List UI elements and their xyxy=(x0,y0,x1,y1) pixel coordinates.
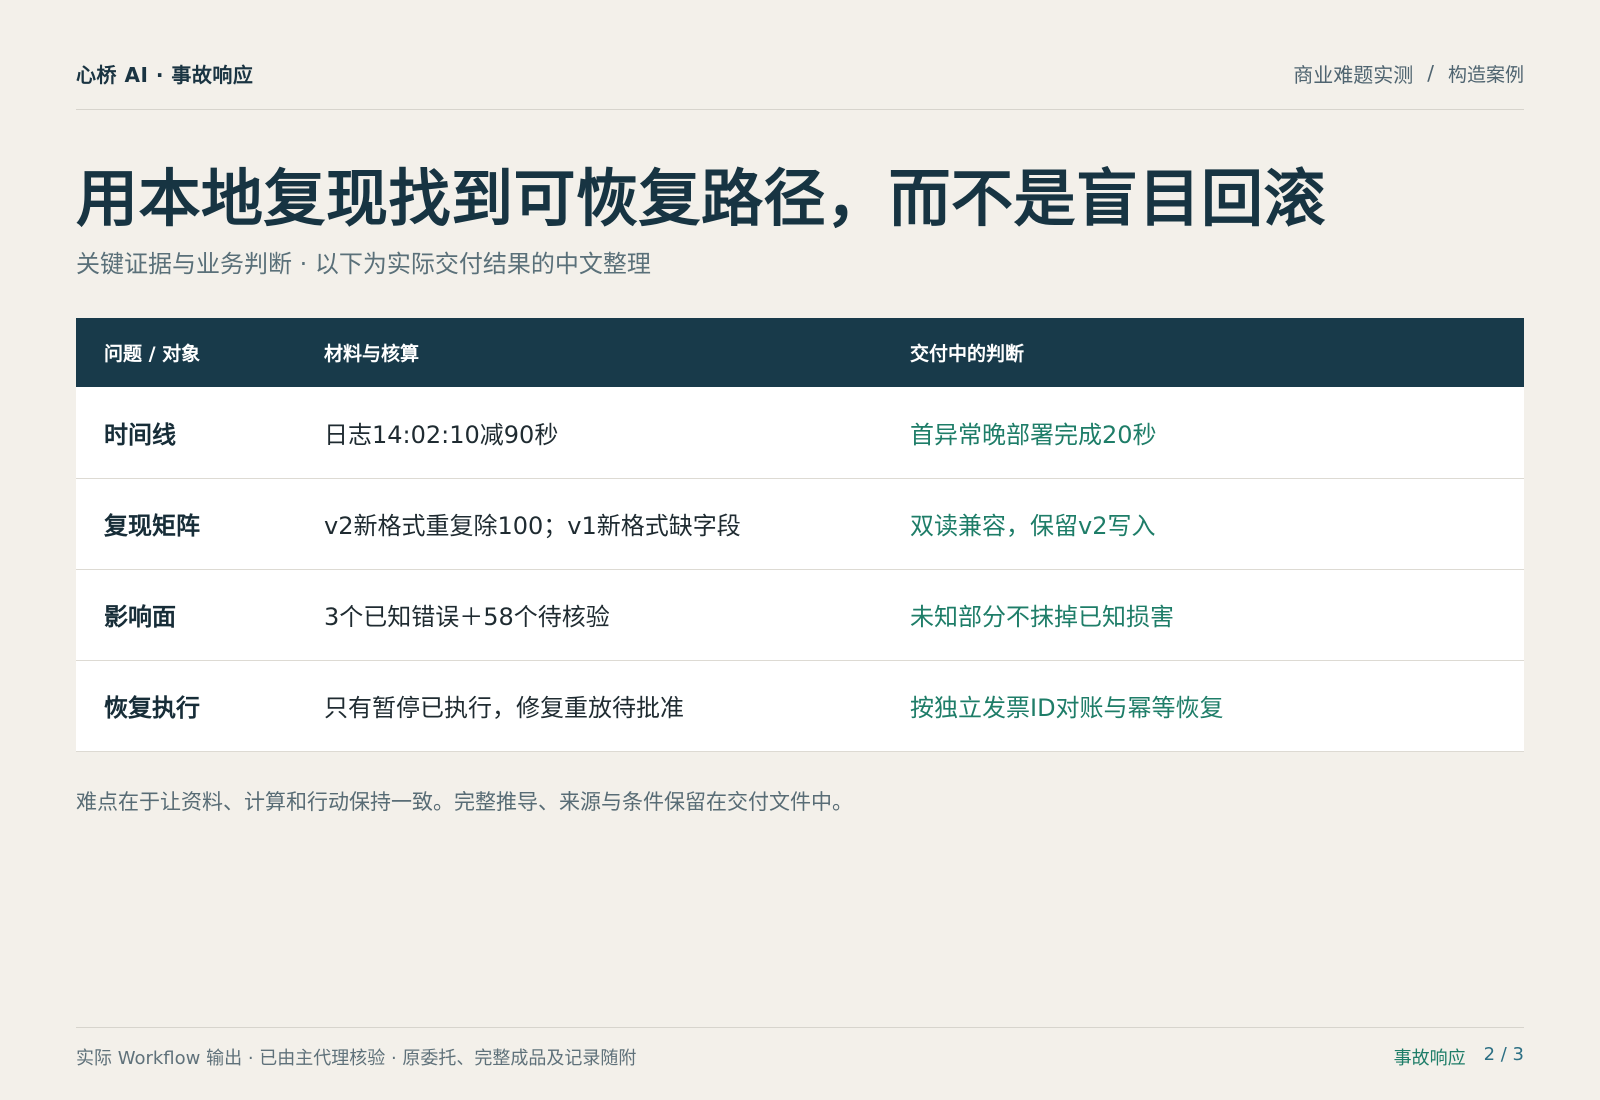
cell-issue: 复现矩阵 xyxy=(104,512,200,540)
table-row: 恢复执行 只有暂停已执行，修复重放待批准 按独立发票ID对账与幂等恢复 xyxy=(76,660,1524,751)
cell-material: 日志14:02:10减90秒 xyxy=(324,420,559,449)
cell-judgment: 双读兼容，保留v2写入 xyxy=(910,512,1156,540)
cell-judgment: 按独立发票ID对账与幂等恢复 xyxy=(910,694,1224,722)
cell-judgment: 未知部分不抹掉已知损害 xyxy=(910,603,1174,631)
table-header-row: 问题 / 对象 材料与核算 交付中的判断 xyxy=(76,318,1524,387)
brand-label: 心桥 AI · 事故响应 xyxy=(76,62,254,87)
footer-source-note: 实际 Workflow 输出 · 已由主代理核验 · 原委托、完整成品及记录随附 xyxy=(76,1048,637,1069)
footer-meta: 事故响应 2 / 3 xyxy=(1394,1044,1524,1070)
cell-material: v2新格式重复除100；v1新格式缺字段 xyxy=(324,512,741,540)
breadcrumb-item-category: 商业难题实测 xyxy=(1293,62,1414,87)
cell-issue: 恢复执行 xyxy=(104,694,200,722)
page-title: 用本地复现找到可恢复路径，而不是盲目回滚 xyxy=(76,162,1327,235)
evidence-table: 问题 / 对象 材料与核算 交付中的判断 时间线 日志14:02:10减90秒 … xyxy=(76,318,1524,752)
breadcrumb-item-case: 构造案例 xyxy=(1447,63,1524,86)
top-bar: 心桥 AI · 事故响应 商业难题实测 / 构造案例 xyxy=(76,56,1524,90)
footnote: 难点在于让资料、计算和行动保持一致。完整推导、来源与条件保留在交付文件中。 xyxy=(76,790,853,814)
cell-material: 3个已知错误＋58个待核验 xyxy=(324,603,610,631)
cell-material: 只有暂停已执行，修复重放待批准 xyxy=(324,694,684,722)
page-subtitle: 关键证据与业务判断 · 以下为实际交付结果的中文整理 xyxy=(76,250,651,278)
table-row: 影响面 3个已知错误＋58个待核验 未知部分不抹掉已知损害 xyxy=(76,569,1524,660)
breadcrumb-separator: / xyxy=(1427,61,1434,85)
footer-divider xyxy=(76,1027,1524,1028)
cell-judgment: 首异常晚部署完成20秒 xyxy=(910,420,1157,449)
column-header-material: 材料与核算 xyxy=(324,343,420,365)
column-header-judgment: 交付中的判断 xyxy=(910,343,1025,365)
cell-issue: 时间线 xyxy=(104,420,176,449)
column-header-issue: 问题 / 对象 xyxy=(104,343,201,365)
cell-issue: 影响面 xyxy=(104,603,176,631)
table-row: 复现矩阵 v2新格式重复除100；v1新格式缺字段 双读兼容，保留v2写入 xyxy=(76,478,1524,569)
footer: 实际 Workflow 输出 · 已由主代理核验 · 原委托、完整成品及记录随附… xyxy=(76,1044,1524,1070)
footer-section-label: 事故响应 xyxy=(1393,1048,1466,1069)
slide: 心桥 AI · 事故响应 商业难题实测 / 构造案例 用本地复现找到可恢复路径，… xyxy=(76,0,1524,1100)
breadcrumb: 商业难题实测 / 构造案例 xyxy=(1293,59,1524,88)
header-divider xyxy=(76,109,1524,110)
table-row: 时间线 日志14:02:10减90秒 首异常晚部署完成20秒 xyxy=(76,387,1524,478)
page-number: 2 / 3 xyxy=(1483,1044,1524,1065)
